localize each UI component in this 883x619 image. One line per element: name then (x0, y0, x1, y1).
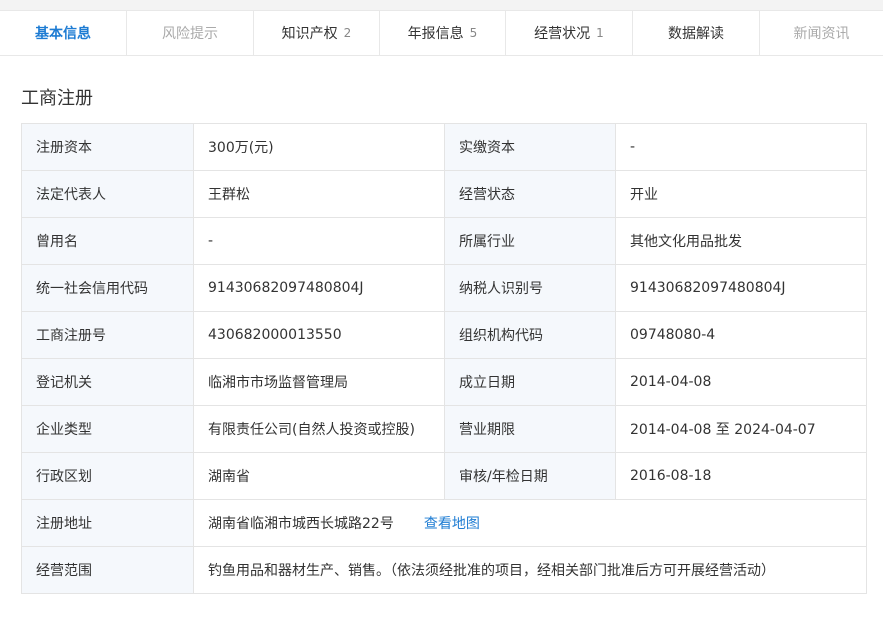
table-row: 曾用名 - 所属行业 其他文化用品批发 (21, 217, 867, 265)
tab-label: 新闻资讯 (793, 26, 850, 42)
table-row: 行政区划 湖南省 审核/年检日期 2016-08-18 (21, 452, 867, 500)
field-value: - (615, 123, 867, 171)
field-label: 登记机关 (21, 358, 194, 406)
tab-label: 年报信息 (407, 26, 464, 42)
tab-count: 2 (343, 26, 352, 40)
field-value: 2014-04-08 至 2024-04-07 (615, 405, 867, 453)
field-label: 营业期限 (444, 405, 616, 453)
field-label: 工商注册号 (21, 311, 194, 359)
field-label: 曾用名 (21, 217, 194, 265)
table-row: 统一社会信用代码 91430682097480804J 纳税人识别号 91430… (21, 264, 867, 312)
address-cell: 湖南省临湘市城西长城路22号 查看地图 (193, 499, 867, 547)
tab-label: 风险提示 (162, 26, 218, 42)
tab-label: 数据解读 (668, 26, 724, 42)
field-label: 统一社会信用代码 (21, 264, 194, 312)
field-label: 法定代表人 (21, 170, 194, 218)
tab-count: 5 (469, 26, 478, 40)
table-row: 工商注册号 430682000013550 组织机构代码 09748080-4 (21, 311, 867, 359)
field-value: - (193, 217, 445, 265)
table-row: 企业类型 有限责任公司(自然人投资或控股) 营业期限 2014-04-08 至 … (21, 405, 867, 453)
field-label: 实缴资本 (444, 123, 616, 171)
field-value: 有限责任公司(自然人投资或控股) (193, 405, 445, 453)
field-value: 2016-08-18 (615, 452, 867, 500)
tab-data-analysis[interactable]: 数据解读 (633, 11, 760, 55)
field-value: 300万(元) (193, 123, 445, 171)
field-label: 经营范围 (21, 546, 194, 594)
tab-annual-report[interactable]: 年报信息 5 (380, 11, 506, 55)
field-label: 注册地址 (21, 499, 194, 547)
field-label: 所属行业 (444, 217, 616, 265)
business-scope-value: 钓鱼用品和器材生产、销售。（依法须经批准的项目，经相关部门批准后方可开展经营活动… (193, 546, 867, 594)
field-label: 纳税人识别号 (444, 264, 616, 312)
field-value: 王群松 (193, 170, 445, 218)
field-value: 430682000013550 (193, 311, 445, 359)
tab-risk-alert[interactable]: 风险提示 (127, 11, 254, 55)
field-label: 成立日期 (444, 358, 616, 406)
field-label: 企业类型 (21, 405, 194, 453)
field-value: 湖南省 (193, 452, 445, 500)
field-value: 91430682097480804J (615, 264, 867, 312)
field-label: 审核/年检日期 (444, 452, 616, 500)
table-row: 法定代表人 王群松 经营状态 开业 (21, 170, 867, 218)
field-label: 行政区划 (21, 452, 194, 500)
view-map-link[interactable]: 查看地图 (424, 516, 480, 532)
tab-label: 基本信息 (35, 26, 91, 42)
tab-basic-info[interactable]: 基本信息 (0, 11, 127, 55)
field-value: 临湘市市场监督管理局 (193, 358, 445, 406)
table-row-address: 注册地址 湖南省临湘市城西长城路22号 查看地图 (21, 499, 867, 547)
section-title: 工商注册 (21, 88, 93, 109)
business-registration-panel: 工商注册 注册资本 300万(元) 实缴资本 - 法定代表人 王群松 经营状态 … (0, 56, 883, 619)
field-label: 注册资本 (21, 123, 194, 171)
field-value: 其他文化用品批发 (615, 217, 867, 265)
field-label: 经营状态 (444, 170, 616, 218)
table-row-scope: 经营范围 钓鱼用品和器材生产、销售。（依法须经批准的项目，经相关部门批准后方可开… (21, 546, 867, 594)
registration-table: 注册资本 300万(元) 实缴资本 - 法定代表人 王群松 经营状态 开业 曾用… (21, 123, 867, 594)
field-value: 2014-04-08 (615, 358, 867, 406)
field-label: 组织机构代码 (444, 311, 616, 359)
tab-intellectual-property[interactable]: 知识产权 2 (254, 11, 380, 55)
field-value: 91430682097480804J (193, 264, 445, 312)
address-value: 湖南省临湘市城西长城路22号 (208, 516, 394, 532)
tab-news[interactable]: 新闻资讯 (760, 11, 883, 55)
tab-label: 知识产权 (281, 26, 338, 42)
table-row: 注册资本 300万(元) 实缴资本 - (21, 123, 867, 171)
field-value: 09748080-4 (615, 311, 867, 359)
field-value: 开业 (615, 170, 867, 218)
tab-label: 经营状况 (534, 26, 591, 42)
tab-bar: 基本信息 风险提示 知识产权 2 年报信息 5 经营状况 1 数据解读 新闻资讯 (0, 10, 883, 56)
tab-business-status[interactable]: 经营状况 1 (506, 11, 633, 55)
tab-count: 1 (596, 26, 604, 40)
table-row: 登记机关 临湘市市场监督管理局 成立日期 2014-04-08 (21, 358, 867, 406)
